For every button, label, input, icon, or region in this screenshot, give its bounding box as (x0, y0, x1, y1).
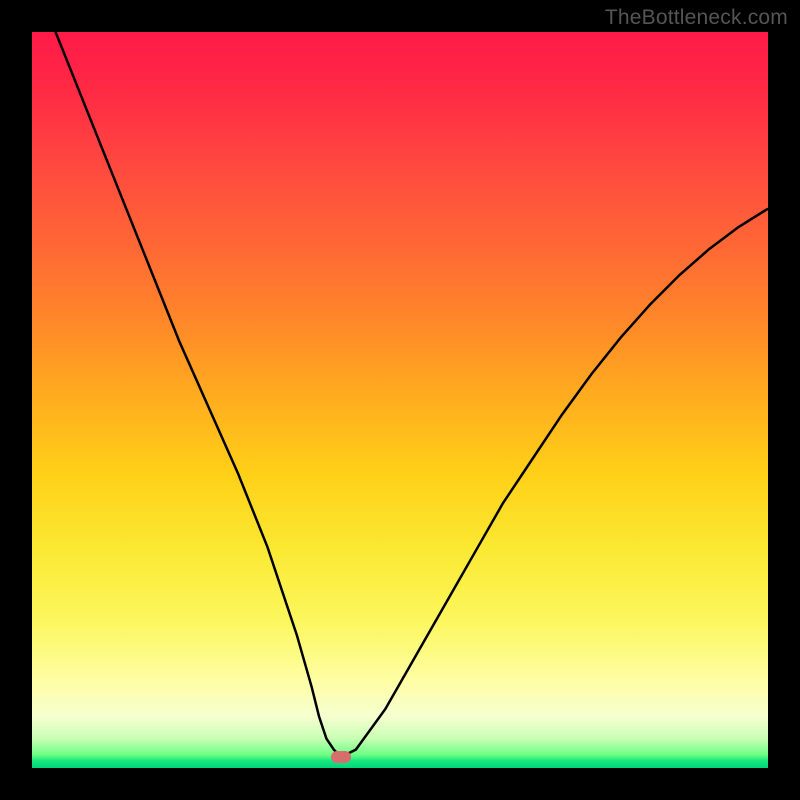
curve-layer (32, 32, 768, 768)
bottleneck-curve (32, 32, 768, 757)
chart-frame: TheBottleneck.com (0, 0, 800, 800)
watermark-text: TheBottleneck.com (605, 6, 788, 30)
plot-area (32, 32, 768, 768)
optimal-point-marker (331, 751, 351, 763)
